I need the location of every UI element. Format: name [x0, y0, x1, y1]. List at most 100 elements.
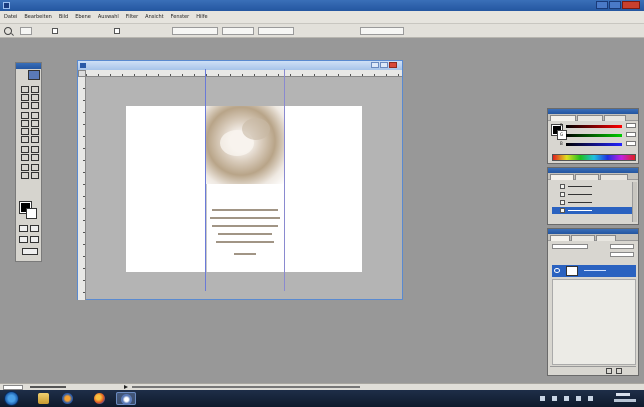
clone-stamp-tool-icon[interactable]: [20, 119, 29, 127]
menu-item-view[interactable]: Ansicht: [145, 14, 163, 20]
menu-item-window[interactable]: Fenster: [171, 14, 190, 20]
quick-mask-mode-icon[interactable]: [30, 225, 39, 232]
new-layer-icon[interactable]: [606, 368, 612, 374]
screen-mode-full-icon[interactable]: [30, 236, 39, 243]
taskbar-firefox[interactable]: [90, 392, 110, 405]
close-button[interactable]: [622, 1, 640, 9]
tab-color[interactable]: [550, 115, 576, 121]
opacity-field[interactable]: [610, 244, 634, 249]
green-channel-value[interactable]: [626, 132, 636, 137]
windows-start-icon[interactable]: [4, 391, 19, 406]
tool-palette-header[interactable]: [16, 63, 41, 69]
tab-layers[interactable]: [550, 235, 570, 241]
pen-tool-icon[interactable]: [20, 153, 29, 161]
document-page[interactable]: [126, 69, 362, 291]
jump-to-imageready-icon[interactable]: [22, 248, 38, 255]
path-selection-tool-icon[interactable]: [20, 145, 29, 153]
tab-tool-presets[interactable]: [600, 174, 628, 180]
eraser-tool-icon[interactable]: [20, 127, 29, 135]
menu-item-select[interactable]: Auswahl: [98, 14, 119, 20]
horizontal-ruler[interactable]: [86, 70, 402, 77]
gradient-tool-icon[interactable]: [30, 127, 39, 135]
menu-item-help[interactable]: Hilfe: [196, 14, 207, 20]
zoom-mode-button[interactable]: [20, 27, 32, 35]
document-close-button[interactable]: [389, 62, 397, 68]
blur-tool-icon[interactable]: [20, 135, 29, 143]
marquee-tool-icon[interactable]: [20, 85, 29, 93]
vertical-guide[interactable]: [284, 69, 285, 291]
trash-icon[interactable]: [616, 368, 622, 374]
lasso-tool-icon[interactable]: [20, 93, 29, 101]
shape-tool-icon[interactable]: [30, 153, 39, 161]
visibility-eye-icon[interactable]: [554, 268, 560, 273]
document-title-bar[interactable]: [78, 61, 402, 70]
healing-brush-tool-icon[interactable]: [20, 111, 29, 119]
dodge-tool-icon[interactable]: [30, 135, 39, 143]
background-color-swatch[interactable]: [26, 208, 37, 219]
tray-language-icon[interactable]: [588, 396, 593, 401]
magic-wand-tool-icon[interactable]: [30, 93, 39, 101]
color-spectrum-ramp[interactable]: [552, 154, 636, 161]
zoom-icon[interactable]: [4, 27, 12, 35]
maximize-button[interactable]: [609, 1, 621, 9]
baby-photo[interactable]: [206, 106, 284, 184]
tab-styles[interactable]: [604, 115, 626, 121]
history-step[interactable]: [552, 183, 632, 190]
type-tool-icon[interactable]: [30, 145, 39, 153]
history-step[interactable]: [552, 199, 632, 206]
menu-item-file[interactable]: Datei: [4, 14, 17, 20]
tab-paths[interactable]: [596, 235, 616, 241]
tray-arrow-icon[interactable]: [540, 396, 545, 401]
notes-tool-icon[interactable]: [20, 163, 29, 171]
brush-tool-icon[interactable]: [30, 111, 39, 119]
tab-history[interactable]: [550, 174, 574, 180]
blend-mode-select[interactable]: [552, 244, 588, 249]
taskbar-explorer[interactable]: [34, 392, 54, 405]
fit-screen-button[interactable]: [222, 27, 254, 35]
document-maximize-button[interactable]: [380, 62, 388, 68]
tray-volume-icon[interactable]: [576, 396, 581, 401]
standard-mode-icon[interactable]: [19, 225, 28, 232]
ruler-origin[interactable]: [78, 70, 86, 77]
taskbar-photoshop[interactable]: [116, 392, 136, 405]
red-channel-slider[interactable]: R: [560, 123, 636, 128]
hand-tool-icon[interactable]: [20, 171, 29, 179]
taskbar-clock[interactable]: [612, 392, 640, 405]
minimize-button[interactable]: [596, 1, 608, 9]
menu-item-image[interactable]: Bild: [59, 14, 68, 20]
screen-mode-standard-icon[interactable]: [19, 236, 28, 243]
actual-pixels-button[interactable]: [172, 27, 218, 35]
tab-actions[interactable]: [575, 174, 599, 180]
move-tool-icon[interactable]: [30, 85, 39, 93]
blue-channel-slider[interactable]: B: [560, 141, 636, 146]
history-step[interactable]: [552, 191, 632, 198]
tray-flag-icon[interactable]: [552, 396, 557, 401]
menu-item-edit[interactable]: Bearbeiten: [24, 14, 51, 20]
tab-channels[interactable]: [571, 235, 595, 241]
print-size-button[interactable]: [258, 27, 294, 35]
status-menu-arrow-icon[interactable]: [124, 385, 128, 389]
red-channel-value[interactable]: [626, 123, 636, 128]
history-step-active[interactable]: [552, 207, 632, 214]
history-scrollbar[interactable]: [632, 182, 637, 222]
vertical-guide[interactable]: [205, 69, 206, 291]
document-info[interactable]: [30, 386, 66, 388]
resize-window-checkbox[interactable]: [52, 28, 58, 34]
palette-well[interactable]: [360, 27, 404, 35]
menu-item-layer[interactable]: Ebene: [75, 14, 91, 20]
history-brush-tool-icon[interactable]: [30, 119, 39, 127]
photoshop-logo-icon[interactable]: [28, 70, 40, 80]
zoom-all-windows-checkbox[interactable]: [114, 28, 120, 34]
fill-field[interactable]: [610, 252, 634, 257]
zoom-tool-icon[interactable]: [30, 171, 39, 179]
crop-tool-icon[interactable]: [20, 101, 29, 109]
blue-channel-value[interactable]: [626, 141, 636, 146]
tray-network-icon[interactable]: [564, 396, 569, 401]
green-channel-slider[interactable]: G: [560, 132, 636, 137]
slice-tool-icon[interactable]: [30, 101, 39, 109]
document-minimize-button[interactable]: [371, 62, 379, 68]
eyedropper-tool-icon[interactable]: [30, 163, 39, 171]
vertical-ruler[interactable]: [78, 77, 86, 300]
taskbar-media-player[interactable]: [58, 392, 78, 405]
layer-row-active[interactable]: [552, 265, 636, 277]
